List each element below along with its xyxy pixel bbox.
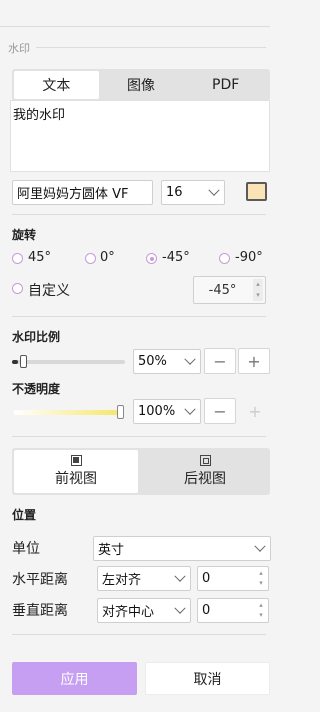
opacity-label: 不透明度 xyxy=(12,382,61,396)
scale-plus-button[interactable]: + xyxy=(238,348,270,374)
scale-dropdown[interactable]: 50% xyxy=(133,349,201,374)
font-size-dropdown[interactable]: 16 xyxy=(161,180,225,205)
vertical-distance-value: 0 xyxy=(202,603,211,618)
radio-rotate-45-label: 45° xyxy=(28,250,52,265)
tab-front-view-label: 前视图 xyxy=(55,471,97,487)
divider-scale xyxy=(12,316,266,317)
radio-rotate-minus45[interactable] xyxy=(146,253,157,264)
apply-button[interactable]: 应用 xyxy=(12,662,137,695)
tab-image[interactable]: 图像 xyxy=(99,71,184,99)
rotation-label: 旋转 xyxy=(12,228,37,242)
horizontal-distance-label: 水平距离 xyxy=(12,572,68,588)
top-divider xyxy=(0,26,270,27)
opacity-minus-button[interactable]: − xyxy=(204,398,236,424)
chevron-down-icon xyxy=(184,353,196,365)
vertical-distance-input[interactable]: 0 ▴ ▾ xyxy=(197,598,269,623)
scale-slider-fill xyxy=(12,360,18,364)
radio-rotate-custom-label: 自定义 xyxy=(28,283,70,299)
back-view-icon xyxy=(199,455,211,466)
divider-rotation xyxy=(12,214,266,215)
opacity-slider-track[interactable] xyxy=(14,405,124,419)
vertical-distance-spinner[interactable]: ▴ ▾ xyxy=(256,601,266,620)
radio-rotate-custom[interactable] xyxy=(12,283,23,294)
unit-label: 单位 xyxy=(12,541,40,557)
horizontal-distance-input[interactable]: 0 ▴ ▾ xyxy=(197,566,269,591)
chevron-down-icon xyxy=(254,540,266,552)
horizontal-align-dropdown[interactable]: 左对齐 xyxy=(97,566,191,591)
color-swatch-button[interactable] xyxy=(246,182,267,201)
scale-value: 50% xyxy=(138,354,167,369)
radio-rotate-0-label: 0° xyxy=(100,250,115,265)
unit-value: 英寸 xyxy=(98,543,125,558)
watermark-section-divider xyxy=(36,47,266,48)
watermark-type-tabs: 文本 图像 PDF xyxy=(12,69,270,101)
cancel-button[interactable]: 取消 xyxy=(145,662,270,695)
watermark-section-label: 水印 xyxy=(8,42,30,55)
opacity-dropdown[interactable]: 100% xyxy=(133,399,201,424)
custom-rotation-spinner[interactable]: ▴ ▾ xyxy=(253,279,263,301)
watermark-text-input[interactable]: 我的水印 xyxy=(10,100,270,172)
radio-rotate-minus90-label: -90° xyxy=(235,250,263,265)
horizontal-distance-value: 0 xyxy=(202,571,211,586)
radio-rotate-0[interactable] xyxy=(85,253,96,264)
font-family-field[interactable]: 阿里妈妈方圆体 VF xyxy=(12,180,153,205)
position-label: 位置 xyxy=(12,508,37,522)
vertical-distance-label: 垂直距离 xyxy=(12,603,68,619)
opacity-value: 100% xyxy=(138,404,176,419)
chevron-down-icon xyxy=(174,602,186,614)
radio-rotate-minus90[interactable] xyxy=(219,253,230,264)
chevron-down-icon xyxy=(208,184,220,196)
tab-front-view[interactable]: 前视图 xyxy=(14,450,138,493)
unit-dropdown[interactable]: 英寸 xyxy=(93,536,271,561)
radio-rotate-minus45-label: -45° xyxy=(162,250,190,265)
divider-actions xyxy=(12,634,266,635)
scale-slider-handle[interactable] xyxy=(20,355,27,368)
tab-text[interactable]: 文本 xyxy=(14,71,99,99)
tab-back-view[interactable]: 后视图 xyxy=(142,450,268,493)
horizontal-distance-spinner[interactable]: ▴ ▾ xyxy=(256,569,266,588)
custom-rotation-value: -45° xyxy=(208,282,237,298)
opacity-plus-button[interactable]: + xyxy=(240,398,270,424)
tab-pdf[interactable]: PDF xyxy=(183,71,268,99)
horizontal-align-value: 左对齐 xyxy=(102,573,142,588)
chevron-down-icon xyxy=(174,570,186,582)
font-size-value: 16 xyxy=(166,185,183,200)
scale-minus-button[interactable]: − xyxy=(204,348,236,374)
scale-slider-track[interactable] xyxy=(12,355,125,368)
chevron-down-icon xyxy=(184,403,196,415)
opacity-slider-handle[interactable] xyxy=(117,405,124,419)
divider-views xyxy=(12,436,266,437)
scale-label: 水印比例 xyxy=(12,330,61,344)
front-view-icon xyxy=(70,455,82,466)
radio-rotate-45[interactable] xyxy=(12,253,23,264)
custom-rotation-input[interactable]: -45° ▴ ▾ xyxy=(193,276,266,304)
vertical-align-value: 对齐中心 xyxy=(102,605,155,620)
tab-back-view-label: 后视图 xyxy=(184,471,226,487)
vertical-align-dropdown[interactable]: 对齐中心 xyxy=(97,598,191,623)
